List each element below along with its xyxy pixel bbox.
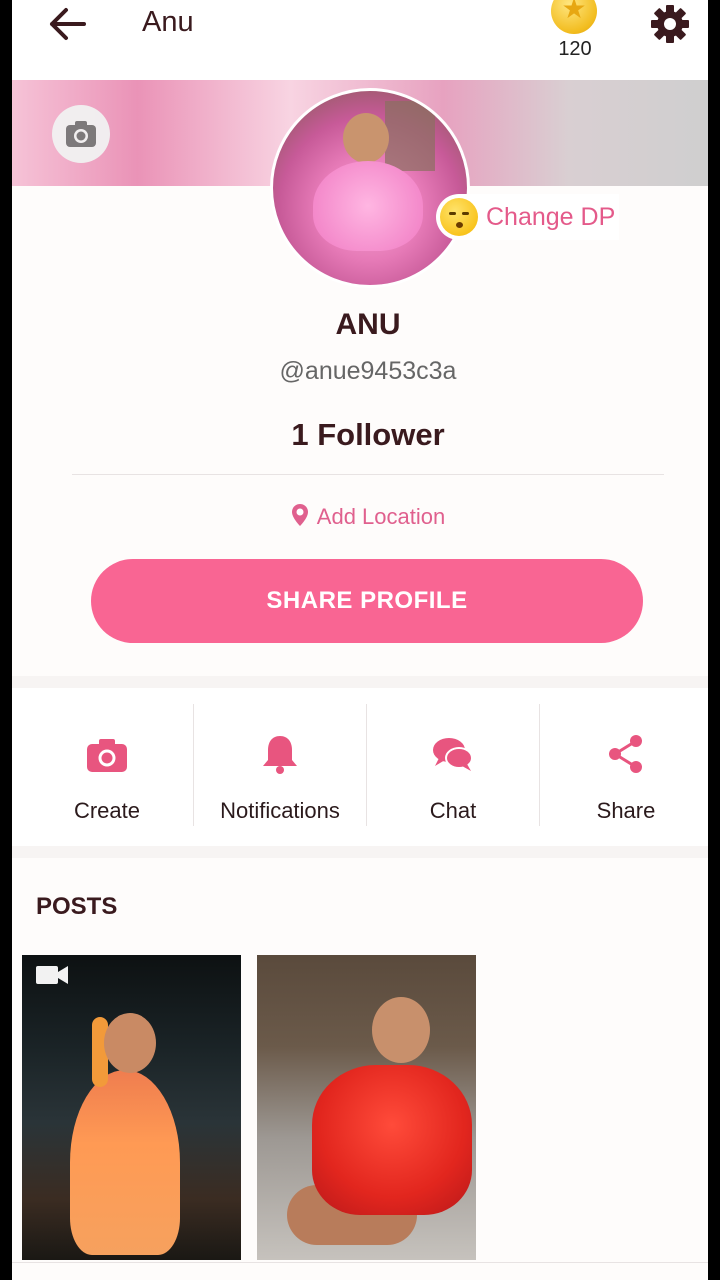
- share-profile-button[interactable]: SHARE PROFILE: [91, 559, 643, 643]
- actions-row: Create Notifications Chat Share: [12, 688, 708, 846]
- camera-icon: [85, 732, 129, 776]
- section-gap: [12, 676, 708, 688]
- create-action[interactable]: Create: [20, 688, 194, 846]
- profile-screen: Anu ★ 120 Change DP ANU @anue9453c3a 1 F…: [12, 0, 708, 1280]
- back-arrow-icon[interactable]: [46, 4, 90, 44]
- post-image-subject: [312, 1065, 472, 1215]
- change-cover-camera-icon[interactable]: [52, 105, 110, 163]
- avatar-face: [343, 113, 389, 163]
- posts-section-title: POSTS: [36, 893, 118, 920]
- video-camera-icon: [36, 965, 68, 985]
- bell-icon: [258, 732, 302, 776]
- post-image-face: [104, 1013, 156, 1073]
- post-image-face: [372, 997, 430, 1063]
- display-name: ANU: [335, 308, 401, 341]
- avatar[interactable]: [270, 88, 470, 288]
- chat-label: Chat: [429, 798, 477, 823]
- post-thumbnail[interactable]: [22, 955, 241, 1260]
- notifications-label: Notifications: [220, 798, 340, 823]
- chat-action[interactable]: Chat: [366, 688, 540, 846]
- change-dp-label: Change DP: [486, 202, 616, 231]
- add-location-label: Add Location: [316, 503, 446, 529]
- section-gap: [12, 846, 708, 858]
- avatar-background: [385, 101, 435, 171]
- coin-icon[interactable]: ★: [551, 0, 597, 34]
- username-handle: @anue9453c3a: [279, 357, 457, 385]
- add-location-link[interactable]: Add Location: [12, 503, 708, 533]
- change-dp-button[interactable]: Change DP: [436, 194, 620, 240]
- top-bar: Anu ★ 120: [12, 0, 708, 80]
- kiss-emoji-icon: [440, 198, 478, 236]
- follower-count[interactable]: 1 Follower: [12, 417, 708, 453]
- page-title: Anu: [142, 6, 194, 38]
- location-pin-icon: [291, 503, 309, 533]
- divider: [12, 1262, 708, 1263]
- post-image-subject: [70, 1070, 180, 1255]
- coin-count: 120: [558, 38, 592, 60]
- avatar-dress: [313, 161, 423, 251]
- divider: [72, 474, 664, 475]
- notifications-action[interactable]: Notifications: [193, 688, 367, 846]
- share-action[interactable]: Share: [539, 688, 708, 846]
- share-label: Share: [596, 798, 656, 823]
- chat-bubbles-icon: [431, 732, 475, 776]
- create-label: Create: [73, 798, 141, 823]
- share-icon: [604, 732, 648, 776]
- post-thumbnail[interactable]: [257, 955, 476, 1260]
- gear-icon[interactable]: [648, 2, 692, 46]
